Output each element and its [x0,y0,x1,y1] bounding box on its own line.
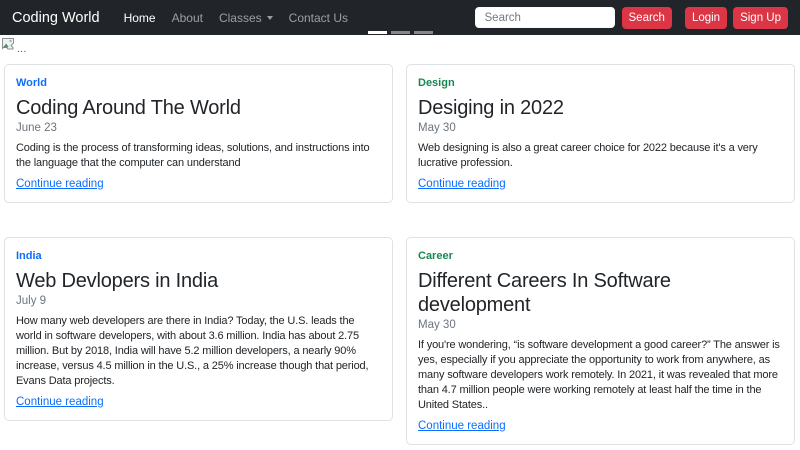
category-tag[interactable]: Career [418,250,783,262]
article-excerpt: If you're wondering, “is software develo… [418,339,780,411]
category-tag[interactable]: Design [418,77,783,89]
main-nav: Home About Classes Contact Us [116,11,356,25]
broken-image-icon [2,37,15,55]
article-excerpt: How many web developers are there in Ind… [16,315,369,387]
article-date: June 23 [16,122,57,134]
article-excerpt: Web designing is also a great career cho… [418,142,758,169]
category-tag[interactable]: World [16,77,381,89]
continue-reading-link[interactable]: Continue reading [16,396,104,408]
signup-button[interactable]: Sign Up [733,6,788,29]
search-button[interactable]: Search [621,6,672,29]
chevron-down-icon [266,15,273,20]
article-card-india: India Web Devlopers in India July 9 How … [4,237,393,421]
nav-item-about[interactable]: About [164,11,211,25]
carousel-indicator-2[interactable] [391,31,410,34]
brand-logo[interactable]: Coding World [12,10,100,26]
login-button[interactable]: Login [684,6,728,29]
article-title: Different Careers In Software developmen… [418,270,671,316]
article-title: Desiging in 2022 [418,97,564,119]
carousel-indicators [368,31,433,34]
continue-reading-link[interactable]: Continue reading [16,178,104,190]
broken-image-alt-text: ... [17,44,27,55]
continue-reading-link[interactable]: Continue reading [418,420,506,432]
article-excerpt: Coding is the process of transforming id… [16,142,370,169]
article-card-world: World Coding Around The World June 23 Co… [4,64,393,203]
navbar: Coding World Home About Classes Contact … [0,0,800,35]
article-title: Web Devlopers in India [16,270,219,292]
article-card-career: Career Different Careers In Software dev… [406,237,795,445]
nav-item-classes[interactable]: Classes [211,11,281,25]
article-date: May 30 [418,122,456,134]
articles-grid: World Coding Around The World June 23 Co… [4,64,795,445]
nav-item-home[interactable]: Home [116,11,164,25]
category-tag[interactable]: India [16,250,381,262]
search-input[interactable] [474,7,615,28]
article-date: May 30 [418,319,456,331]
carousel-indicator-1[interactable] [368,31,387,34]
article-title: Coding Around The World [16,97,241,119]
nav-item-classes-label: Classes [218,10,262,25]
broken-carousel-image: ... [2,37,27,55]
article-date: July 9 [16,295,47,307]
continue-reading-link[interactable]: Continue reading [418,178,506,190]
nav-item-contact-us[interactable]: Contact Us [281,11,356,25]
navbar-actions: Search Login Sign Up [474,6,788,29]
carousel-indicator-3[interactable] [414,31,433,34]
article-card-design: Design Desiging in 2022 May 30 Web desig… [406,64,795,203]
